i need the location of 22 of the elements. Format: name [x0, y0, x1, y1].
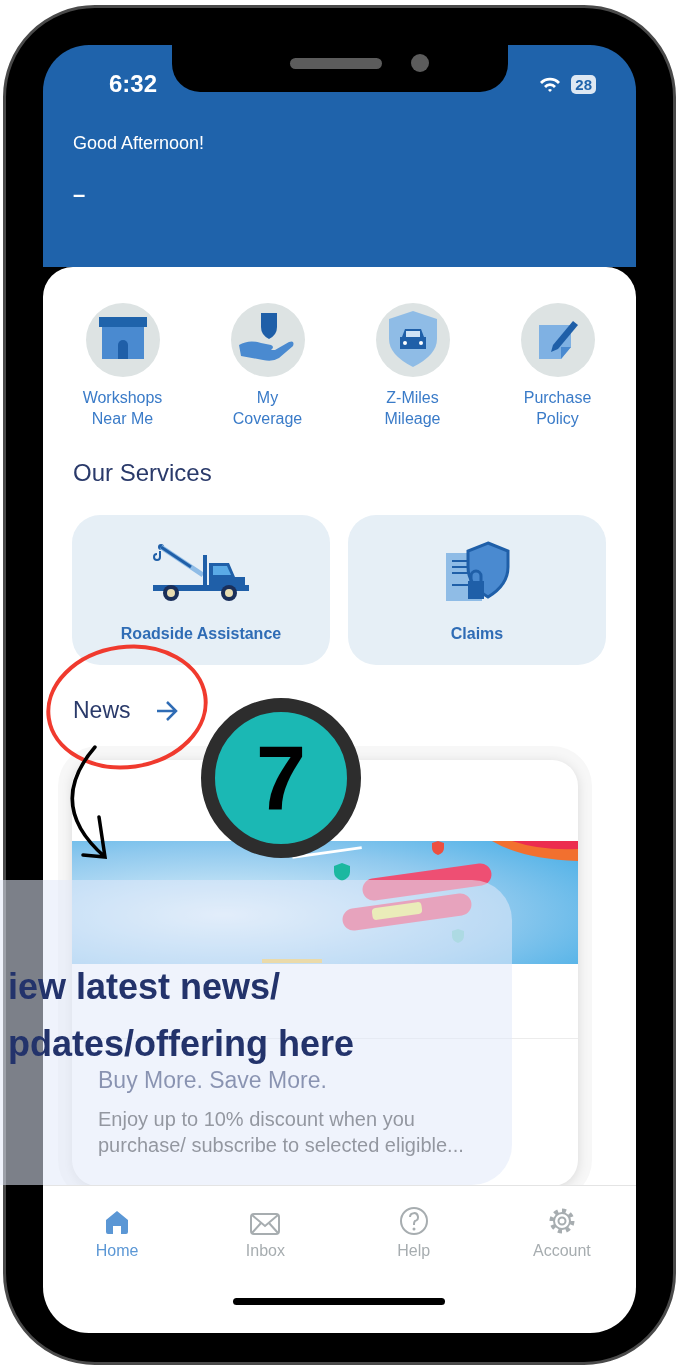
quick-action-label[interactable]: Purchase Policy: [523, 387, 592, 429]
service-card[interactable]: Claims: [348, 515, 606, 665]
envelope-icon: [249, 1212, 282, 1236]
quick-action-label[interactable]: Z-Miles Mileage: [384, 387, 441, 429]
quick-action-label[interactable]: Workshops Near Me: [82, 387, 163, 429]
nav-tab[interactable]: Inbox: [191, 1200, 340, 1260]
user-name: –: [73, 182, 86, 208]
battery-indicator: 28: [571, 74, 596, 94]
news-title: Buy More. Save More.: [98, 1067, 327, 1094]
nav-tab[interactable]: Help: [339, 1200, 488, 1260]
nav-tab[interactable]: Home: [43, 1200, 192, 1260]
quick-action-label[interactable]: My Coverage: [232, 387, 303, 429]
status-time: 6:32: [109, 70, 158, 98]
news-summary: Enjoy up to 10% discount when you purchase/ subscribe to selected eligible...: [98, 1107, 464, 1158]
nav-tab[interactable]: Account: [487, 1200, 636, 1260]
help-icon: [398, 1206, 429, 1236]
arrow-right-icon[interactable]: [154, 699, 179, 722]
service-card[interactable]: Roadside Assistance: [72, 515, 330, 665]
news-link[interactable]: News: [73, 697, 131, 724]
wifi-icon: [539, 75, 562, 93]
greeting-text: Good Afternoon!: [73, 133, 205, 154]
section-title: Our Services: [73, 459, 212, 487]
